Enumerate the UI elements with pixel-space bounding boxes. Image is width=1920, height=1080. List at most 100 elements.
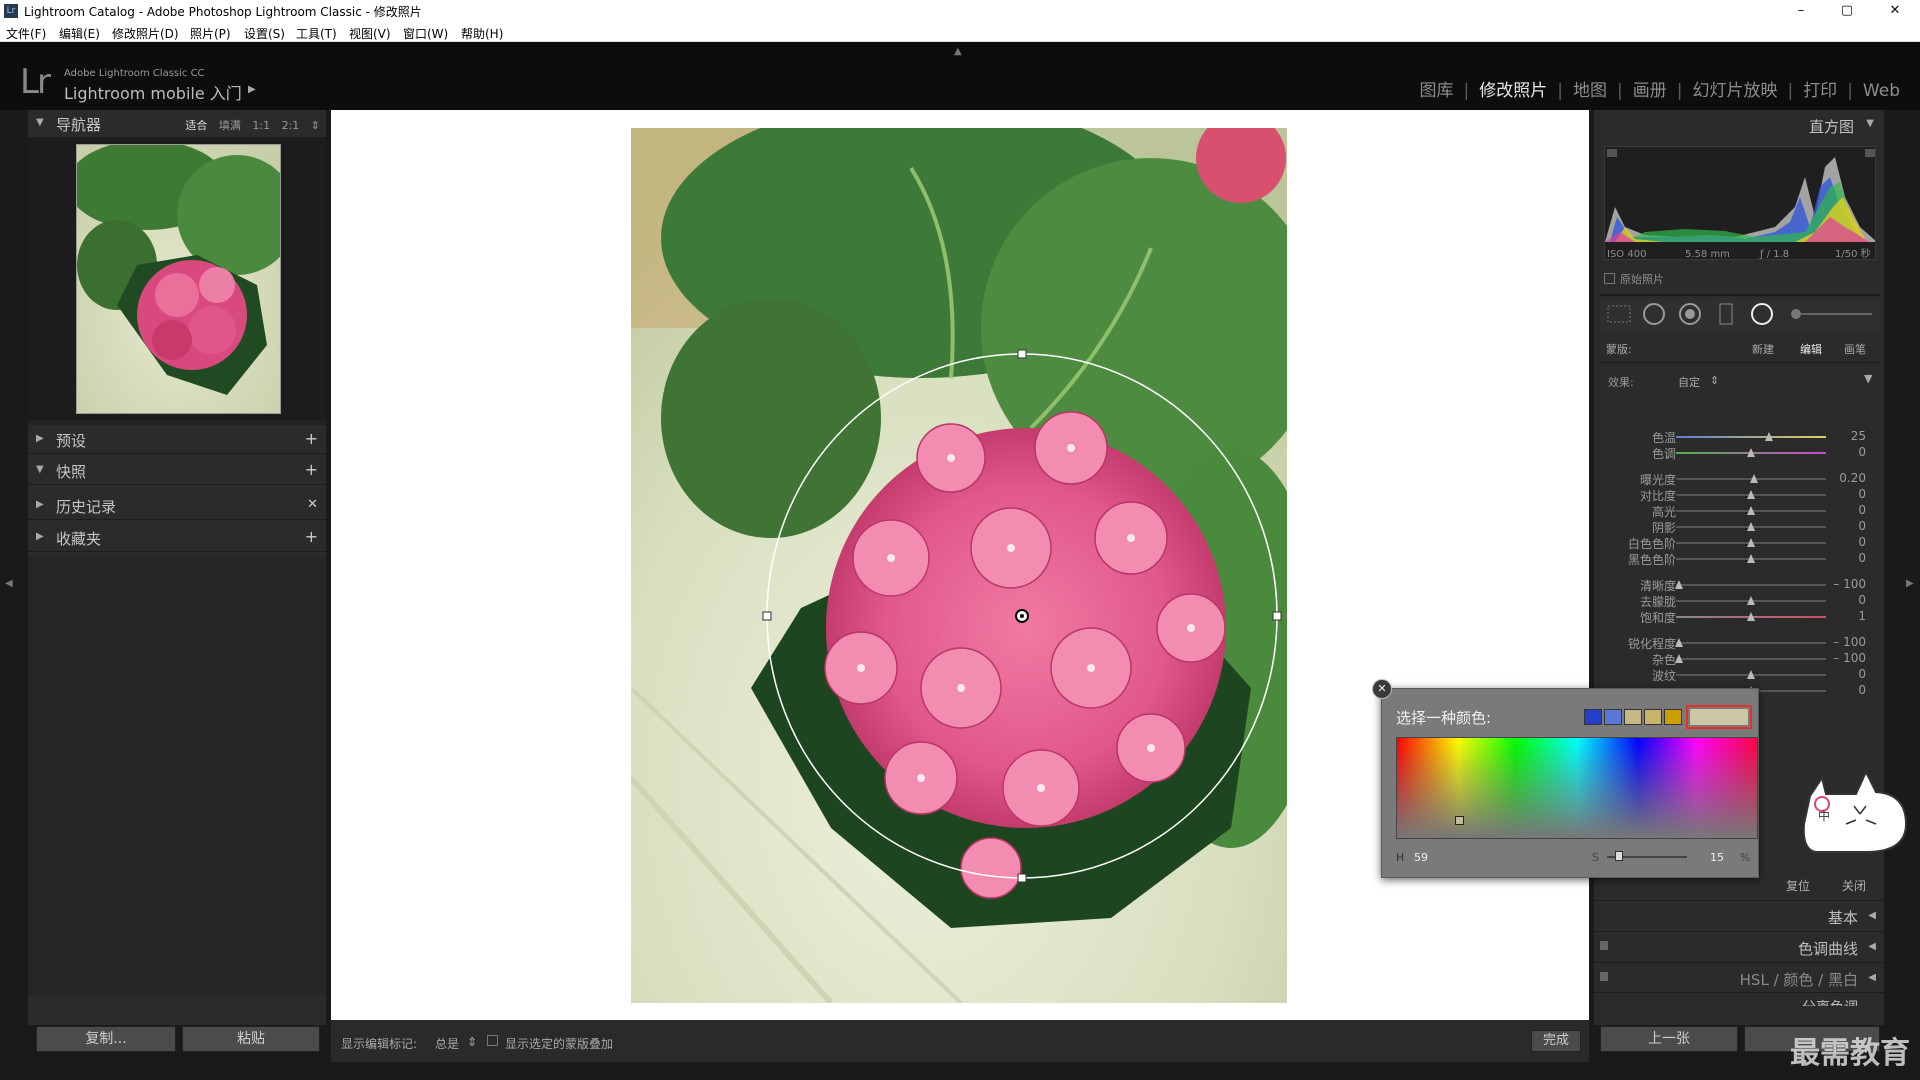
close-window-button[interactable]: ✕ xyxy=(1872,0,1918,22)
mask-new-button[interactable]: 新建 xyxy=(1752,341,1774,357)
slider-knob[interactable] xyxy=(1747,448,1755,457)
slider-value[interactable]: 0 xyxy=(1858,535,1866,549)
slider-value[interactable]: 0.20 xyxy=(1839,471,1866,485)
shadow-clip-icon[interactable] xyxy=(1607,149,1617,157)
slider-value[interactable]: 0 xyxy=(1858,503,1866,517)
slider-value[interactable]: 1 xyxy=(1858,609,1866,623)
module-develop[interactable]: 修改照片 xyxy=(1479,81,1547,101)
slider-knob[interactable] xyxy=(1747,670,1755,679)
zoom-fill[interactable]: 填满 xyxy=(219,119,241,132)
slider-value[interactable]: 0 xyxy=(1858,667,1866,681)
collapse-left-icon[interactable]: ◀ xyxy=(5,578,13,589)
close-picker-icon[interactable]: ✕ xyxy=(1372,679,1392,699)
split-toning-section[interactable]: 分离色调 xyxy=(1594,992,1884,1006)
hsl-section[interactable]: HSL / 颜色 / 黑白 ◀ xyxy=(1594,962,1884,992)
lightroom-mobile-link[interactable]: Lightroom mobile 入门 xyxy=(64,80,242,104)
menu-help[interactable]: 帮助(H) xyxy=(461,25,503,42)
menu-edit[interactable]: 编辑(E) xyxy=(59,25,100,42)
reset-button[interactable]: 复位 xyxy=(1786,877,1810,894)
module-book[interactable]: 画册 xyxy=(1633,81,1667,101)
slider-track[interactable] xyxy=(1676,584,1826,586)
original-photo-checkbox[interactable] xyxy=(1604,273,1615,284)
slider-knob[interactable] xyxy=(1747,596,1755,605)
mask-brush-button[interactable]: 画笔 xyxy=(1844,341,1866,357)
slider-knob[interactable] xyxy=(1747,612,1755,621)
slider-value[interactable]: 0 xyxy=(1858,519,1866,533)
snapshots-header[interactable]: ▼ 快照 + xyxy=(28,457,326,485)
menu-view[interactable]: 视图(V) xyxy=(349,25,391,42)
collapse-right-icon[interactable]: ▶ xyxy=(1906,578,1914,589)
slider-row[interactable]: 黑色色阶 0 xyxy=(1594,550,1884,568)
history-header[interactable]: ▶ 历史记录 ✕ xyxy=(28,492,326,520)
slider-value[interactable]: 0 xyxy=(1858,445,1866,459)
slider-value[interactable]: 0 xyxy=(1858,551,1866,565)
slider-row[interactable]: 色调 0 xyxy=(1594,444,1884,462)
slider-track[interactable] xyxy=(1676,436,1826,438)
overlay-checkbox[interactable] xyxy=(487,1035,498,1046)
effect-select-arrow-icon[interactable]: ⇕ xyxy=(1710,374,1719,387)
graduated-filter-icon[interactable] xyxy=(1719,303,1733,325)
slider-knob[interactable] xyxy=(1675,580,1683,589)
zoom-2-1[interactable]: 2:1 xyxy=(282,119,300,132)
slider-value[interactable]: 0 xyxy=(1858,683,1866,697)
slider-knob[interactable] xyxy=(1747,522,1755,531)
basic-section[interactable]: 基本 ◀ xyxy=(1594,900,1884,930)
module-map[interactable]: 地图 xyxy=(1573,81,1607,101)
add-collection-icon[interactable]: + xyxy=(305,527,318,546)
previous-button[interactable]: 上一张 xyxy=(1600,1026,1738,1052)
done-button[interactable]: 完成 xyxy=(1531,1030,1581,1052)
slider-knob[interactable] xyxy=(1750,474,1758,483)
effect-select[interactable]: 自定 xyxy=(1678,374,1700,390)
menu-develop[interactable]: 修改照片(D) xyxy=(112,25,179,42)
color-spectrum[interactable] xyxy=(1396,737,1758,839)
module-print[interactable]: 打印 xyxy=(1803,81,1837,101)
saturation-value[interactable]: 15 xyxy=(1710,851,1724,864)
slider-knob[interactable] xyxy=(1747,490,1755,499)
module-slideshow[interactable]: 幻灯片放映 xyxy=(1692,81,1777,101)
menu-file[interactable]: 文件(F) xyxy=(6,25,46,42)
swatch-2[interactable] xyxy=(1604,709,1622,725)
menu-settings[interactable]: 设置(S) xyxy=(244,25,285,42)
add-snapshot-icon[interactable]: + xyxy=(305,460,318,479)
collapse-top-icon[interactable]: ▲ xyxy=(954,46,962,57)
zoom-1-1[interactable]: 1:1 xyxy=(252,119,270,132)
play-icon[interactable]: ▶ xyxy=(248,84,256,95)
mask-edit-button[interactable]: 编辑 xyxy=(1800,341,1822,357)
spot-removal-icon[interactable] xyxy=(1643,303,1665,325)
menu-window[interactable]: 窗口(W) xyxy=(403,25,448,42)
adjustment-brush-icon[interactable] xyxy=(1791,309,1872,319)
slider-knob[interactable] xyxy=(1747,554,1755,563)
swatch-4[interactable] xyxy=(1644,709,1662,725)
crop-overlay-icon[interactable] xyxy=(1607,305,1631,323)
collapse-panel-icon[interactable]: ▼ xyxy=(1866,118,1874,129)
slider-value[interactable]: – 100 xyxy=(1833,577,1866,591)
menu-photo[interactable]: 照片(P) xyxy=(190,25,231,42)
slider-value[interactable]: 0 xyxy=(1858,593,1866,607)
swatch-3[interactable] xyxy=(1624,709,1642,725)
toggle-switch-icon[interactable] xyxy=(1600,972,1608,981)
ime-mascot[interactable]: 中 xyxy=(1796,764,1914,856)
main-photo[interactable] xyxy=(631,128,1287,1003)
navigator-thumbnail[interactable] xyxy=(76,144,281,414)
slider-knob[interactable] xyxy=(1765,432,1773,441)
saturation-knob[interactable] xyxy=(1615,851,1623,861)
swatch-1[interactable] xyxy=(1584,709,1602,725)
paste-settings-button[interactable]: 粘贴 xyxy=(182,1026,320,1052)
slider-track[interactable] xyxy=(1676,658,1826,660)
collapse-effect-icon[interactable]: ▼ xyxy=(1864,372,1872,385)
slider-value[interactable]: – 100 xyxy=(1833,635,1866,649)
show-markers-select[interactable]: 总是 xyxy=(435,1035,459,1052)
collections-header[interactable]: ▶ 收藏夹 + xyxy=(28,524,326,552)
add-preset-icon[interactable]: + xyxy=(305,429,318,448)
slider-track[interactable] xyxy=(1676,642,1826,644)
slider-value[interactable]: 0 xyxy=(1858,487,1866,501)
slider-value[interactable]: 25 xyxy=(1851,429,1866,443)
slider-knob[interactable] xyxy=(1675,638,1683,647)
select-arrow-icon[interactable]: ⇕ xyxy=(467,1035,477,1049)
swatch-5[interactable] xyxy=(1664,709,1682,725)
module-web[interactable]: Web xyxy=(1863,81,1900,101)
slider-value[interactable]: – 100 xyxy=(1833,651,1866,665)
selected-color-preview[interactable] xyxy=(1686,705,1752,729)
toggle-switch-icon[interactable] xyxy=(1600,941,1608,950)
module-library[interactable]: 图库 xyxy=(1420,81,1454,101)
